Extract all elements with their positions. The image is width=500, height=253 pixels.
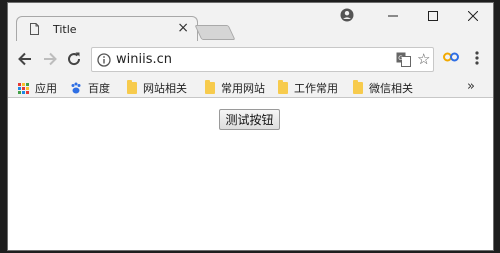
test-button[interactable]: 测试按钮 [219, 109, 280, 130]
browser-window: Title × winiis.cn G ☆ 应用 百度 网站相关 常用网站 工作… [7, 2, 494, 251]
folder-icon [353, 80, 363, 94]
url-text: winiis.cn [116, 52, 172, 67]
active-tab[interactable]: Title × [16, 16, 198, 42]
apps-grid-icon [18, 82, 29, 94]
svg-text:G: G [398, 55, 403, 62]
profile-icon[interactable] [340, 8, 354, 22]
bookmark-label: 应用 [35, 82, 57, 95]
close-window-button[interactable] [453, 3, 493, 29]
desktop-background-strip [0, 0, 7, 253]
paw-icon [71, 82, 81, 94]
extension-icon[interactable] [443, 52, 459, 62]
folder-icon [278, 80, 288, 94]
address-bar[interactable]: winiis.cn G ☆ [91, 47, 434, 72]
folder-icon [127, 80, 137, 94]
maximize-icon [428, 11, 438, 21]
forward-arrow-icon[interactable] [41, 50, 59, 68]
bookmarks-bar: 应用 百度 网站相关 常用网站 工作常用 微信相关 » [8, 77, 493, 98]
bookmark-folder-wechat[interactable]: 微信相关 [353, 80, 413, 96]
tab-strip: Title × [8, 3, 493, 42]
tab-close-icon[interactable]: × [177, 20, 189, 36]
bookmark-baidu[interactable]: 百度 [70, 80, 110, 96]
maximize-button[interactable] [413, 3, 453, 29]
minimize-button[interactable] [373, 3, 413, 29]
reload-icon[interactable] [65, 50, 83, 68]
browser-toolbar: winiis.cn G ☆ [8, 41, 493, 77]
folder-icon [205, 80, 215, 94]
back-arrow-icon[interactable] [16, 50, 34, 68]
close-icon [468, 11, 478, 21]
document-icon [30, 23, 39, 35]
bookmark-label: 工作常用 [294, 82, 338, 95]
bookmark-folder-common[interactable]: 常用网站 [205, 80, 265, 96]
window-controls [373, 3, 493, 29]
info-icon[interactable] [97, 53, 111, 67]
more-bookmarks-chevron-icon[interactable]: » [467, 79, 475, 94]
bookmark-folder-work[interactable]: 工作常用 [278, 80, 338, 96]
bookmark-folder-website[interactable]: 网站相关 [127, 80, 187, 96]
bookmark-label: 网站相关 [143, 82, 187, 95]
new-tab-button[interactable] [194, 25, 236, 40]
bookmark-label: 微信相关 [369, 82, 413, 95]
menu-icon[interactable] [474, 50, 480, 66]
bookmark-label: 常用网站 [221, 82, 265, 95]
bookmark-label: 百度 [88, 82, 110, 95]
page-content: 测试按钮 [8, 98, 493, 250]
bookmark-apps[interactable]: 应用 [18, 80, 57, 96]
minimize-icon [388, 15, 398, 17]
tab-title: Title [53, 23, 77, 36]
bookmark-star-icon[interactable]: ☆ [417, 50, 430, 68]
translate-icon[interactable]: G [396, 52, 411, 67]
